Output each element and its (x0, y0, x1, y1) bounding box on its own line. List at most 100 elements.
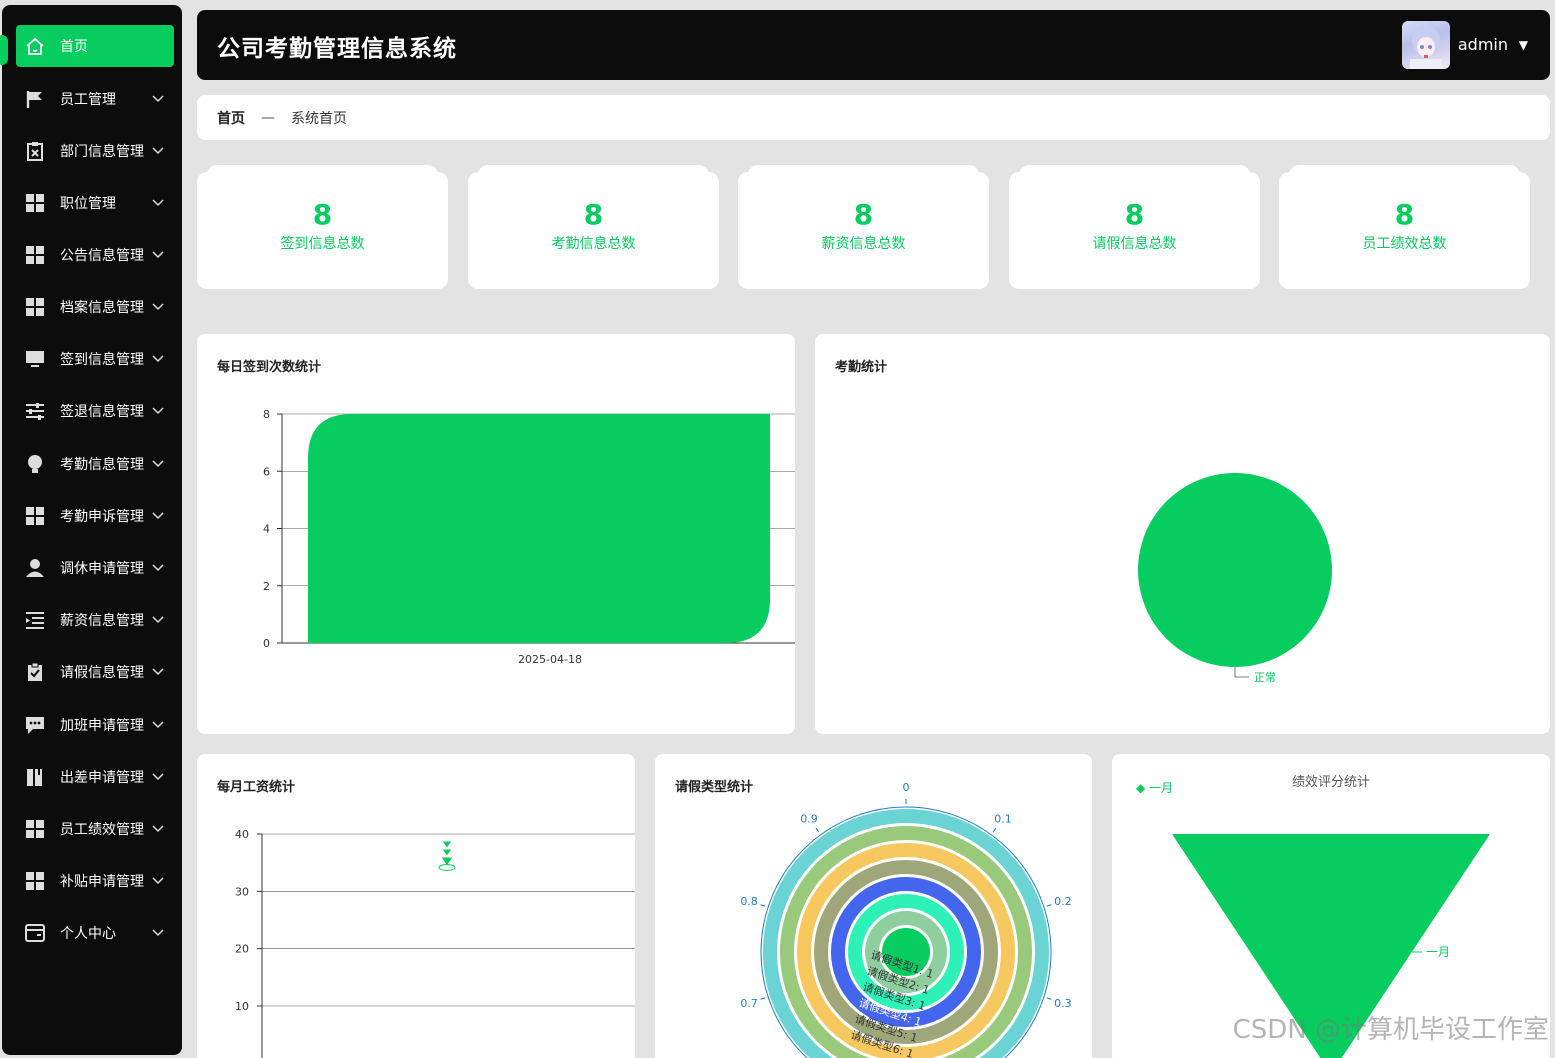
sidebar: 首页员工管理部门信息管理职位管理公告信息管理 档案信息管理 签到信息管理签退信息管理… (0, 5, 182, 1055)
bar[interactable] (308, 414, 770, 643)
sidebar-item[interactable]: 考勤申诉管理 (16, 495, 174, 537)
data-marker[interactable] (443, 841, 451, 848)
sidebar-item[interactable]: 补贴申请管理 (16, 860, 174, 902)
y-tick-label: 8 (263, 408, 270, 421)
stat-card-leave: 8 请假信息总数 (1009, 165, 1260, 289)
stat-label: 签到信息总数 (280, 236, 365, 252)
angle-tick-label: 0.2 (1054, 895, 1072, 908)
pie-label: 正常 (1254, 671, 1276, 684)
sidebar-item[interactable]: 职位管理 (16, 182, 174, 224)
angle-tick-label: 0.8 (740, 895, 758, 908)
chevron-down-icon[interactable] (152, 771, 166, 784)
leave-chart-panel: 00.10.20.30.60.70.80.9请假类型1: 1请假类型2: 1请假… (655, 754, 1092, 1058)
sidebar-item-label: 调休申请管理 (60, 561, 144, 577)
grid-icon (24, 870, 46, 892)
angle-tick (992, 827, 997, 833)
sidebar-item[interactable]: 签到信息管理 (16, 338, 174, 380)
stat-card-salary: 8 薪资信息总数 (738, 165, 989, 289)
sidebar-item-label: 出差申请管理 (60, 770, 144, 786)
legend-item[interactable]: ◆ 一月 (1136, 781, 1173, 795)
avatar[interactable] (1402, 21, 1450, 69)
monitor-icon (24, 348, 46, 370)
flag-icon (24, 88, 46, 110)
chevron-down-icon[interactable] (152, 823, 166, 836)
angle-tick-label: 0 (903, 781, 910, 794)
grid-icon (24, 505, 46, 527)
grid-icon (24, 296, 46, 318)
sidebar-item-label: 首页 (60, 39, 88, 55)
stat-value: 8 (1124, 198, 1145, 231)
angle-tick-label: 0.1 (994, 813, 1012, 826)
chevron-down-icon[interactable] (152, 875, 166, 888)
sidebar-item-label: 签退信息管理 (60, 404, 144, 420)
stat-value: 8 (853, 198, 874, 231)
stat-value: 8 (583, 198, 604, 231)
sidebar-item[interactable]: 薪资信息管理 (16, 599, 174, 641)
username[interactable]: admin (1458, 35, 1508, 54)
chevron-down-icon[interactable] (152, 249, 166, 262)
sidebar-item[interactable]: 公告信息管理 (16, 234, 174, 276)
chevron-down-icon[interactable] (152, 458, 166, 471)
sidebar-item[interactable]: 首页 (16, 25, 174, 67)
sidebar-item-label: 考勤申诉管理 (60, 509, 144, 525)
stat-card-attendance: 8 考勤信息总数 (468, 165, 719, 289)
app-title: 公司考勤管理信息系统 (217, 36, 457, 62)
stat-card-performance: 8 员工绩效总数 (1279, 165, 1530, 289)
chevron-down-icon[interactable] (152, 719, 166, 732)
bulb-icon (24, 453, 46, 475)
panel-title: 考勤统计 (835, 360, 888, 375)
pie-label-line (1234, 667, 1249, 678)
caret-down-icon[interactable]: ▼ (1519, 38, 1528, 52)
pie-slice[interactable] (1138, 473, 1332, 667)
sidebar-item[interactable]: 签退信息管理 (16, 390, 174, 432)
sidebar-item[interactable]: 出差申请管理 (16, 756, 174, 798)
chevron-down-icon[interactable] (152, 197, 166, 210)
grid-icon (24, 192, 46, 214)
sidebar-item[interactable]: 员工绩效管理 (16, 808, 174, 850)
sidebar-item-label: 个人中心 (60, 926, 116, 942)
breadcrumb-home[interactable]: 首页 (217, 108, 245, 128)
angle-tick-label: 0.7 (740, 997, 758, 1010)
chevron-down-icon[interactable] (152, 562, 166, 575)
stat-label: 请假信息总数 (1092, 236, 1177, 252)
user-icon (24, 557, 46, 579)
sidebar-item-label: 请假信息管理 (60, 665, 144, 681)
chevron-down-icon[interactable] (152, 353, 166, 366)
sidebar-item[interactable]: 档案信息管理 (16, 286, 174, 328)
signin-bar-chart: 0 2 4 6 8 2025-04-18 (263, 408, 795, 666)
clipboard-check-icon (24, 661, 46, 683)
angle-tick (1046, 904, 1052, 907)
sidebar-item[interactable]: 员工管理 (16, 78, 174, 120)
chevron-down-icon[interactable] (152, 405, 166, 418)
chevron-down-icon[interactable] (152, 927, 166, 940)
chevron-down-icon[interactable] (152, 301, 166, 314)
panel-title: 每月工资统计 (217, 780, 296, 795)
sidebar-item-label: 补贴申请管理 (60, 874, 144, 890)
chevron-down-icon[interactable] (152, 93, 166, 106)
sidebar-item[interactable]: 请假信息管理 (16, 651, 174, 693)
stat-card-signin: 8 签到信息总数 (197, 165, 448, 289)
list-indent-icon (24, 609, 46, 631)
stat-label: 考勤信息总数 (551, 236, 636, 252)
chevron-down-icon[interactable] (152, 666, 166, 679)
chevron-down-icon[interactable] (152, 614, 166, 627)
sidebar-item[interactable]: 部门信息管理 (16, 130, 174, 172)
sidebar-item[interactable]: 加班申请管理 (16, 704, 174, 746)
breadcrumb-separator: — (261, 109, 275, 126)
avatar-image-icon (1410, 26, 1442, 69)
clipboard-x-icon (24, 140, 46, 162)
top-header: 公司考勤管理信息系统 admin ▼ (197, 10, 1550, 80)
sidebar-item[interactable]: 考勤信息管理 (16, 443, 174, 485)
sidebar-item-label: 部门信息管理 (60, 144, 144, 160)
data-marker[interactable] (443, 849, 451, 856)
card-icon (24, 922, 46, 944)
y-tick-label: 30 (235, 885, 249, 898)
grid-icon (24, 818, 46, 840)
sidebar-item-label: 考勤信息管理 (60, 457, 144, 473)
chevron-down-icon[interactable] (152, 510, 166, 523)
sidebar-item[interactable]: 个人中心 (16, 912, 174, 954)
signin-chart-panel: 0 2 4 6 8 2025-04-18 每日签到次数统计 (197, 334, 795, 734)
sidebar-item[interactable]: 调休申请管理 (16, 547, 174, 589)
sidebar-item-label: 加班申请管理 (60, 718, 144, 734)
chevron-down-icon[interactable] (152, 145, 166, 158)
